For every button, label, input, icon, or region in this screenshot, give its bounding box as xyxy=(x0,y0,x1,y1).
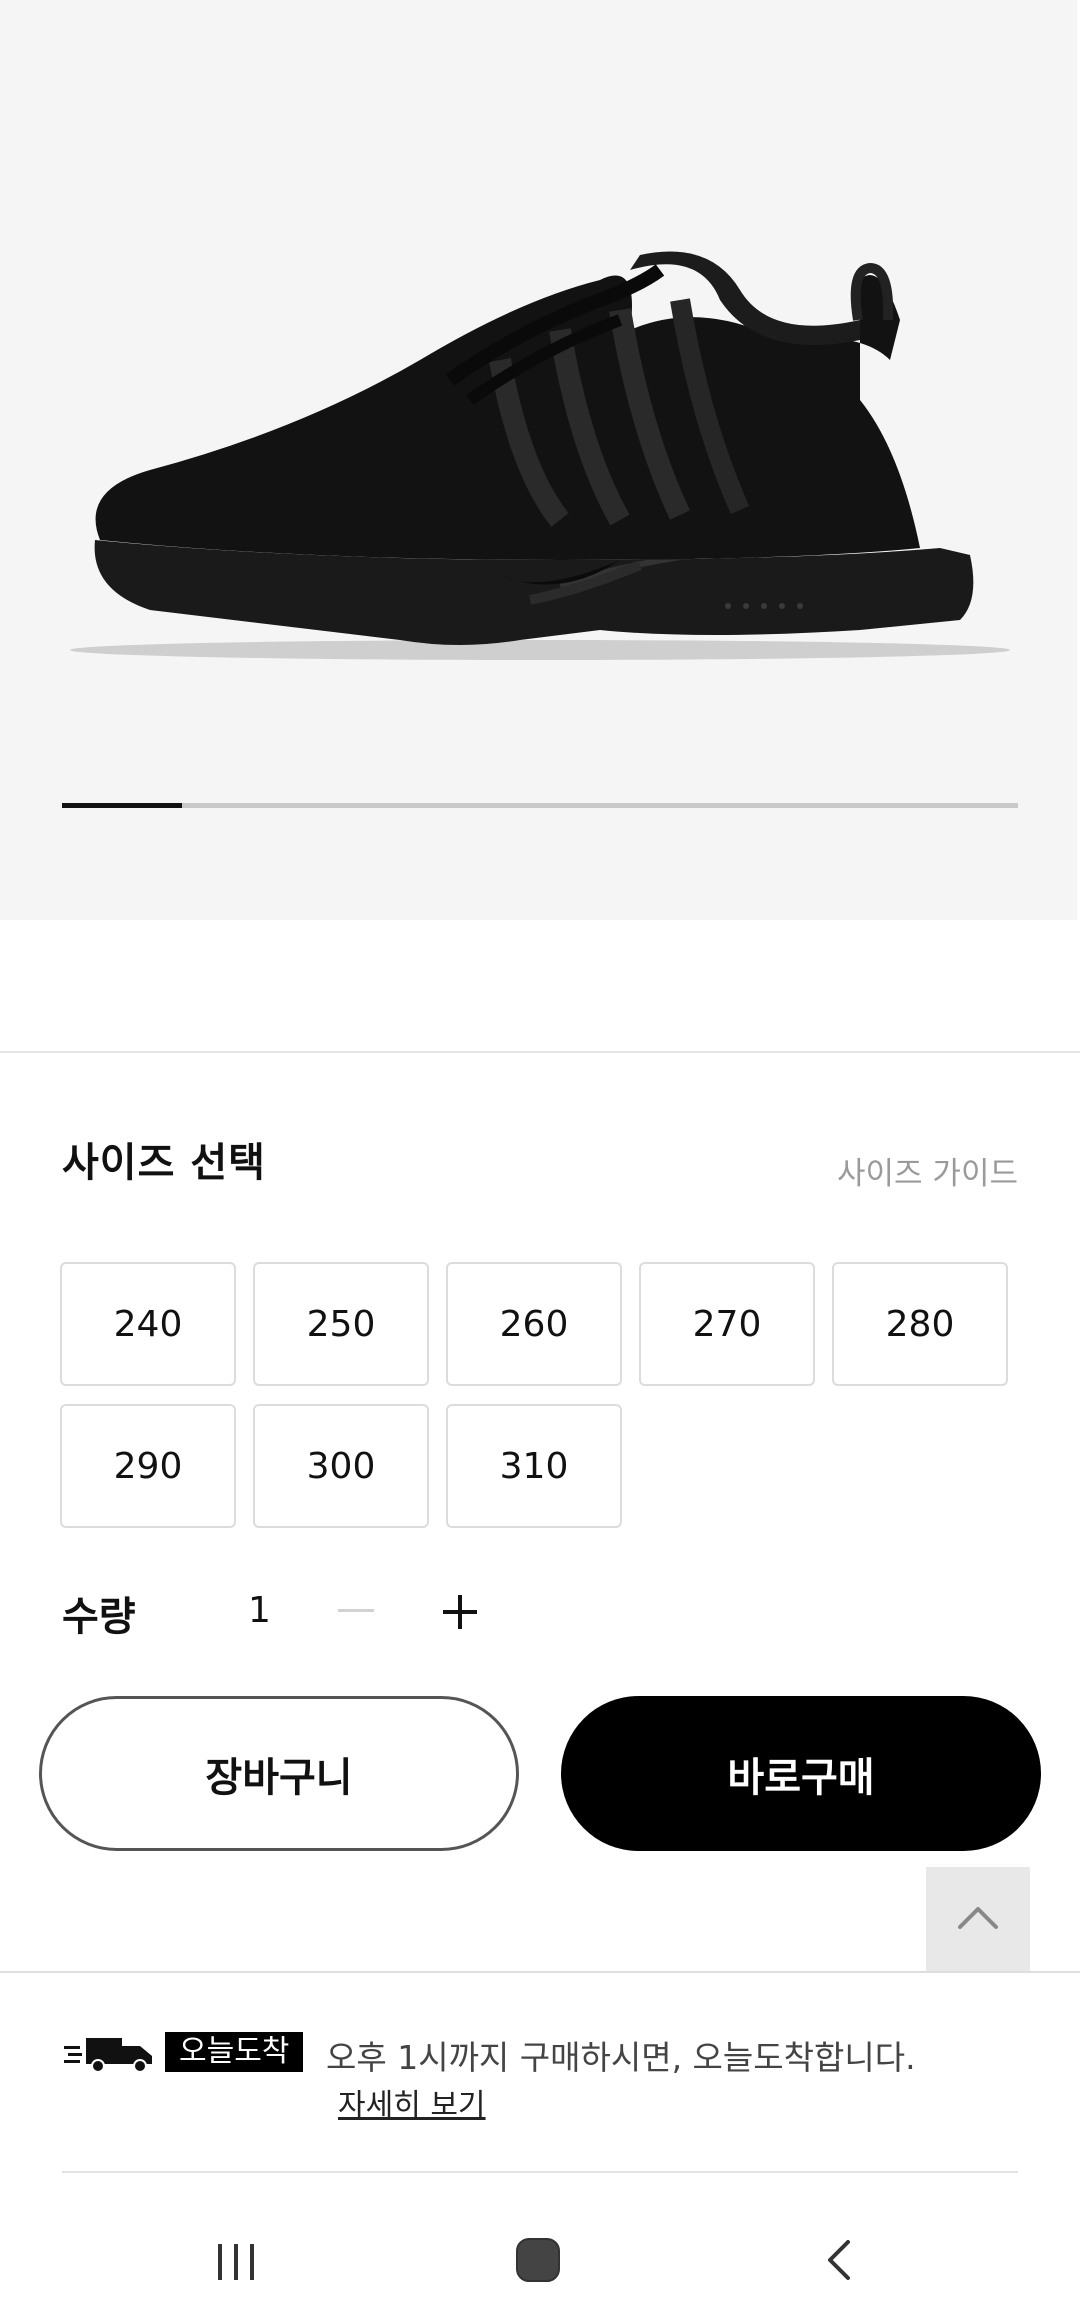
size-option-270[interactable]: 270 xyxy=(639,1262,815,1386)
system-navigation-bar xyxy=(0,2200,1080,2316)
today-delivery-badge: 오늘도착 xyxy=(165,2032,304,2072)
carousel-progress-bar xyxy=(62,803,1018,808)
product-image-carousel[interactable] xyxy=(0,0,1077,920)
home-icon[interactable] xyxy=(498,2230,578,2290)
size-option-260[interactable]: 260 xyxy=(446,1262,622,1386)
section-divider xyxy=(0,1971,1080,1973)
delivery-message: 오후 1시까지 구매하시면, 오늘도착합니다. xyxy=(326,2038,916,2077)
back-icon[interactable] xyxy=(800,2230,880,2290)
recent-apps-icon[interactable] xyxy=(196,2230,276,2290)
size-option-290[interactable]: 290 xyxy=(60,1404,236,1528)
section-divider xyxy=(0,1051,1080,1053)
size-option-310[interactable]: 310 xyxy=(446,1404,622,1528)
size-option-300[interactable]: 300 xyxy=(253,1404,429,1528)
delivery-detail-link[interactable]: 자세히 보기 xyxy=(338,2080,486,2124)
quantity-label: 수량 xyxy=(62,1594,136,1640)
size-option-240[interactable]: 240 xyxy=(60,1262,236,1386)
delivery-truck-icon xyxy=(64,2038,152,2073)
size-section-title: 사이즈 선택 xyxy=(62,1140,266,1186)
minus-icon[interactable] xyxy=(338,1609,374,1612)
chevron-up-icon xyxy=(958,1907,998,1929)
size-option-280[interactable]: 280 xyxy=(832,1262,1008,1386)
size-guide-link[interactable]: 사이즈 가이드 xyxy=(837,1148,1018,1193)
size-option-250[interactable]: 250 xyxy=(253,1262,429,1386)
scroll-to-top-button[interactable] xyxy=(926,1867,1030,1971)
add-to-cart-button[interactable]: 장바구니 xyxy=(39,1696,519,1851)
quantity-value: 1 xyxy=(248,1590,271,1631)
carousel-progress-fill xyxy=(62,803,182,808)
plus-icon[interactable] xyxy=(438,1588,486,1636)
section-divider xyxy=(62,2171,1018,2173)
black-sneaker-image xyxy=(70,251,1010,660)
buy-now-button[interactable]: 바로구매 xyxy=(561,1696,1041,1851)
